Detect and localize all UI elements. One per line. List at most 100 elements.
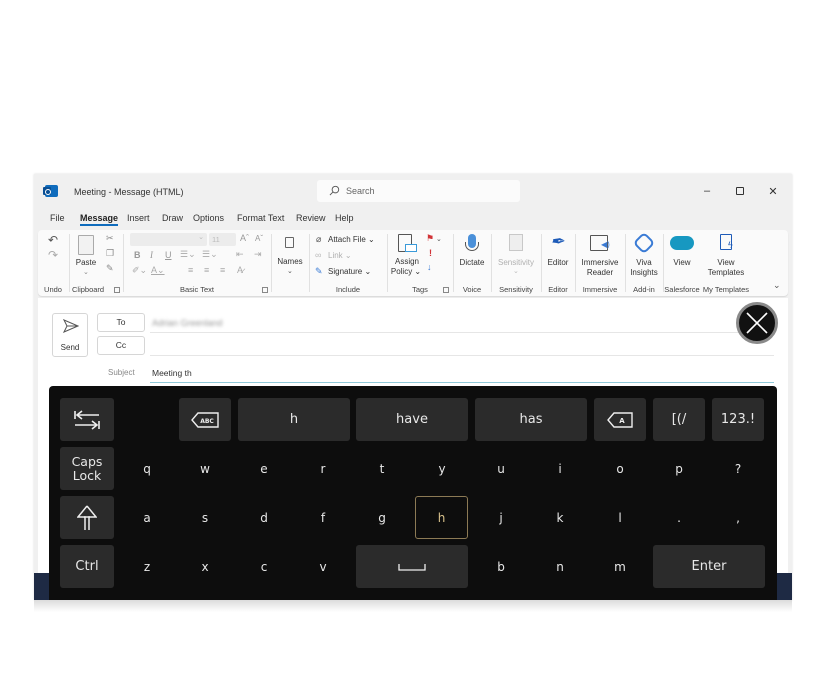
key-w[interactable]: w <box>179 447 231 490</box>
sensitivity-icon[interactable] <box>509 234 523 251</box>
key-g[interactable]: g <box>356 496 408 539</box>
tab-key[interactable] <box>60 398 114 441</box>
clear-formatting-icon[interactable]: A̷ <box>237 265 243 275</box>
key-f[interactable]: f <box>297 496 349 539</box>
salesforce-view-button[interactable]: View <box>664 258 700 268</box>
redo-icon[interactable]: ↷ <box>48 248 58 262</box>
immersive-reader-label-2[interactable]: Reader <box>576 268 624 278</box>
shrink-font-button[interactable]: Aˇ <box>255 234 263 243</box>
backspace-key[interactable]: A <box>594 398 646 441</box>
to-button[interactable]: To <box>97 313 145 332</box>
key-s[interactable]: s <box>179 496 231 539</box>
key-l[interactable]: l <box>594 496 646 539</box>
format-painter-icon[interactable]: ✎ <box>106 263 114 274</box>
salesforce-cloud-icon[interactable] <box>670 236 694 250</box>
address-book-icon[interactable] <box>285 237 294 248</box>
numbering-icon[interactable]: ☰⌄ <box>202 249 218 260</box>
attach-file-button[interactable]: Attach File ⌄ <box>328 235 375 245</box>
suggestion-3[interactable]: has <box>475 398 587 441</box>
names-dropdown-icon[interactable]: ⌄ <box>287 267 293 275</box>
immersive-reader-label-1[interactable]: Immersive <box>576 258 624 268</box>
key-c[interactable]: c <box>238 545 290 588</box>
font-color-icon[interactable]: A⌄ <box>151 265 165 276</box>
key-h-highlighted[interactable]: h <box>415 496 468 539</box>
low-importance-icon[interactable]: ↓ <box>427 262 432 272</box>
space-key[interactable] <box>356 545 468 588</box>
symbols-key[interactable]: [(/ <box>653 398 705 441</box>
tab-help[interactable]: Help <box>335 213 354 223</box>
key-n[interactable]: n <box>534 545 586 588</box>
font-size-dropdown[interactable]: 11 <box>209 233 236 246</box>
key-o[interactable]: o <box>594 447 646 490</box>
assign-policy-button[interactable]: Policy ⌄ <box>389 267 423 277</box>
key-q[interactable]: q <box>121 447 173 490</box>
cc-button[interactable]: Cc <box>97 336 145 355</box>
maximize-button[interactable] <box>732 183 748 199</box>
view-templates-label-1[interactable]: View <box>702 258 750 268</box>
italic-button[interactable]: I <box>150 250 153 260</box>
clipboard-launcher-icon[interactable] <box>114 287 120 293</box>
tab-options[interactable]: Options <box>193 213 224 223</box>
key-b[interactable]: b <box>475 545 527 588</box>
tab-message[interactable]: Message <box>80 213 119 226</box>
cut-icon[interactable]: ✂ <box>106 233 114 244</box>
key-period[interactable]: . <box>653 496 705 539</box>
key-e[interactable]: e <box>238 447 290 490</box>
subject-field[interactable]: Meeting th <box>152 368 192 378</box>
sensitivity-dropdown-icon[interactable]: ⌄ <box>513 267 519 275</box>
align-right-icon[interactable]: ≡ <box>220 265 225 275</box>
grow-font-button[interactable]: Aˆ <box>240 233 249 243</box>
high-importance-icon[interactable]: ! <box>429 248 432 258</box>
view-templates-label-2[interactable]: Templates <box>702 268 750 278</box>
names-button[interactable]: Names <box>274 257 306 267</box>
send-button[interactable]: Send <box>52 313 88 357</box>
align-center-icon[interactable]: ≡ <box>204 265 209 275</box>
key-z[interactable]: z <box>121 545 173 588</box>
highlight-icon[interactable]: ✐⌄ <box>132 265 147 276</box>
key-comma[interactable]: , <box>712 496 764 539</box>
key-v[interactable]: v <box>297 545 349 588</box>
caps-lock-key[interactable]: Caps Lock <box>60 447 114 490</box>
viva-insights-icon[interactable] <box>632 231 656 255</box>
numbers-key[interactable]: 123.! <box>712 398 764 441</box>
shift-key[interactable] <box>60 496 114 539</box>
link-button[interactable]: Link ⌄ <box>328 251 352 261</box>
editor-pen-icon[interactable]: ✒ <box>550 232 564 252</box>
key-k[interactable]: k <box>534 496 586 539</box>
signature-button[interactable]: Signature ⌄ <box>328 267 371 277</box>
flag-icon[interactable]: ⚑ ⌄ <box>426 233 442 244</box>
paste-button[interactable]: Paste <box>75 258 97 268</box>
key-u[interactable]: u <box>475 447 527 490</box>
viva-insights-label-1[interactable]: Viva <box>626 258 662 268</box>
decrease-indent-icon[interactable]: ⇤ <box>236 249 244 260</box>
key-p[interactable]: p <box>653 447 705 490</box>
dictate-button[interactable]: Dictate <box>454 258 490 268</box>
basic-text-launcher-icon[interactable] <box>262 287 268 293</box>
close-window-button[interactable]: ✕ <box>765 183 781 199</box>
tab-draw[interactable]: Draw <box>162 213 183 223</box>
key-d[interactable]: d <box>238 496 290 539</box>
editor-button[interactable]: Editor <box>542 258 574 268</box>
tab-insert[interactable]: Insert <box>127 213 150 223</box>
ribbon-expand-chevron-icon[interactable]: ⌄ <box>773 280 781 291</box>
bold-button[interactable]: B <box>134 250 141 260</box>
key-m[interactable]: m <box>594 545 646 588</box>
tab-file[interactable]: File <box>50 213 65 223</box>
tags-launcher-icon[interactable] <box>443 287 449 293</box>
cc-field[interactable] <box>150 355 774 356</box>
paste-icon[interactable] <box>78 235 94 255</box>
tab-review[interactable]: Review <box>296 213 326 223</box>
key-r[interactable]: r <box>297 447 349 490</box>
key-a[interactable]: a <box>121 496 173 539</box>
assign-policy-label-1[interactable]: Assign <box>391 257 423 267</box>
undo-icon[interactable]: ↶ <box>48 233 58 247</box>
font-name-dropdown[interactable]: ⌄ <box>130 233 207 246</box>
increase-indent-icon[interactable]: ⇥ <box>254 249 262 260</box>
viva-insights-label-2[interactable]: Insights <box>626 268 662 278</box>
to-field[interactable]: Adrian Greenland <box>152 318 223 328</box>
enter-key[interactable]: Enter <box>653 545 765 588</box>
key-x[interactable]: x <box>179 545 231 588</box>
paste-dropdown-icon[interactable]: ⌄ <box>83 268 89 276</box>
copy-icon[interactable]: ❐ <box>106 248 114 259</box>
suggestion-2[interactable]: have <box>356 398 468 441</box>
